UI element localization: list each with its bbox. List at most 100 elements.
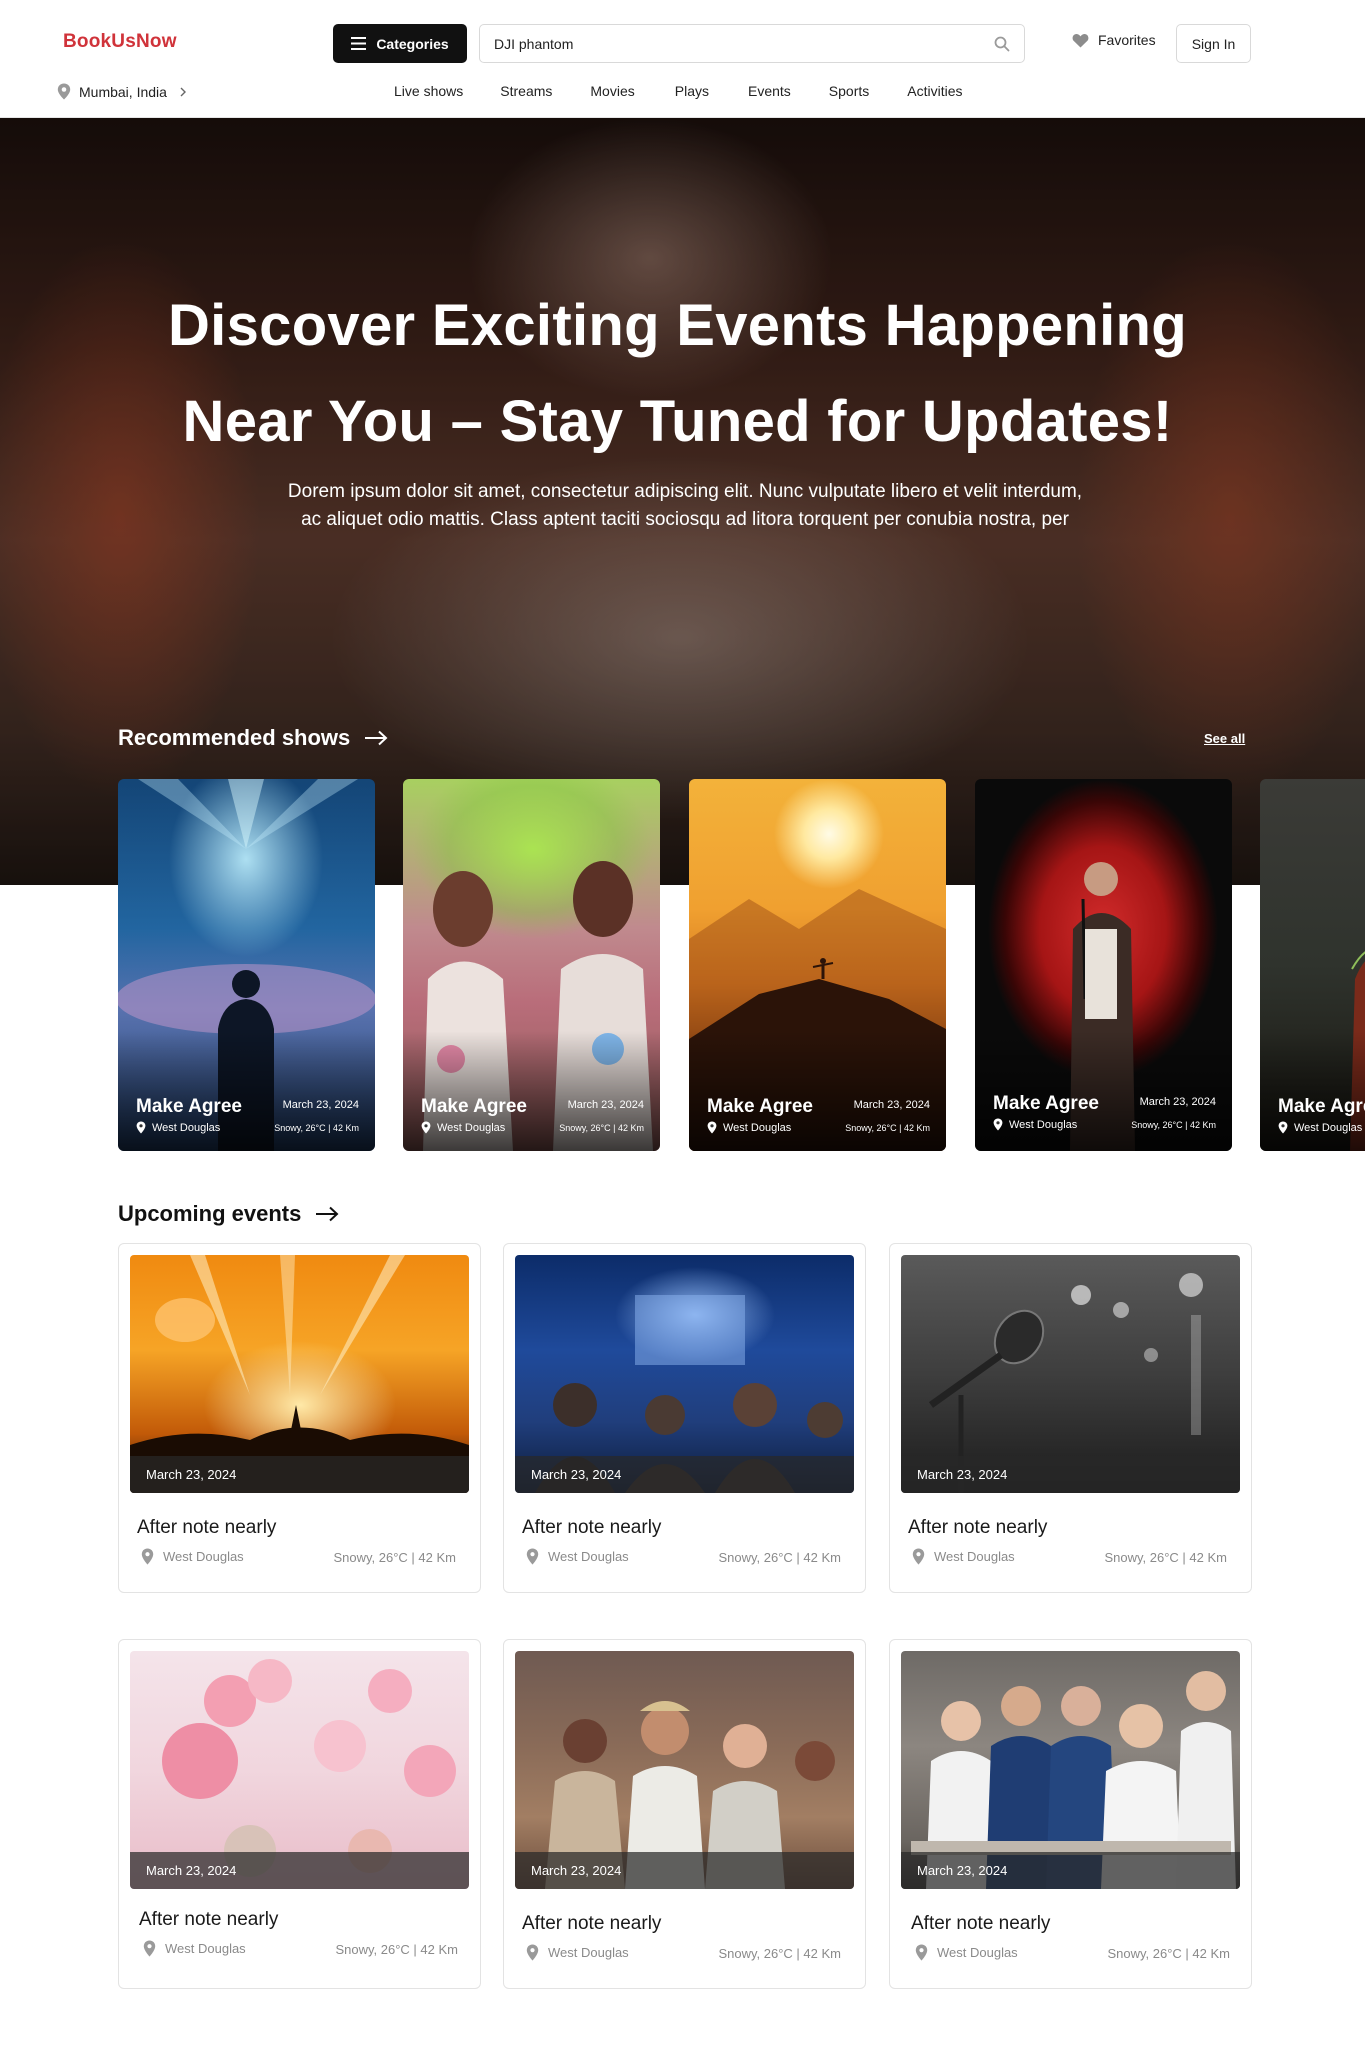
show-weather-distance: Snowy, 26°C | 42 Km [1131,1120,1216,1130]
event-card[interactable]: March 23, 2024 After note nearly West Do… [118,1639,481,1989]
hero-title-line-2: Near You – Stay Tuned for Updates! [182,389,1173,454]
show-location: West Douglas [421,1121,505,1134]
event-location: West Douglas [915,1944,1018,1961]
upcoming-heading[interactable]: Upcoming events [118,1201,339,1227]
nav-item-activities[interactable]: Activities [907,83,962,99]
sign-in-button[interactable]: Sign In [1176,24,1251,63]
hero-subtitle: Dorem ipsum dolor sit amet, consectetur … [250,478,1120,534]
location-pin-icon [143,1940,156,1957]
event-card[interactable]: March 23, 2024 After note nearly West Do… [503,1639,866,1989]
event-location: West Douglas [526,1944,629,1961]
heart-icon [1072,33,1089,47]
show-weather-distance: Snowy, 26°C | 42 Km [845,1123,930,1133]
search-bar[interactable] [479,24,1025,63]
event-location-label: West Douglas [163,1549,244,1564]
show-card[interactable]: Make Agree March 23, 2024 West Douglas S… [975,779,1232,1151]
location-label: Mumbai, India [79,83,167,100]
hero-subtitle-line-1: Dorem ipsum dolor sit amet, consectetur … [287,481,1083,502]
categories-label: Categories [376,35,449,52]
recommended-title: Recommended shows [118,725,351,750]
event-image-microphone: March 23, 2024 [901,1255,1240,1493]
show-location-label: West Douglas [437,1121,506,1134]
hero-banner: Discover Exciting Events Happening Near … [0,118,1365,885]
see-all-link[interactable]: See all [1204,731,1245,746]
event-image-conference: March 23, 2024 [515,1255,854,1493]
recommended-heading[interactable]: Recommended shows [118,725,388,751]
show-weather-distance: Snowy, 26°C | 42 Km [274,1123,359,1133]
show-date: March 23, 2024 [853,1099,930,1111]
event-card[interactable]: March 23, 2024 After note nearly West Do… [889,1639,1252,1989]
event-title: After note nearly [908,1517,1048,1538]
location-pin-icon [915,1944,928,1961]
show-weather-distance: Snowy, 26°C | 42 Km [559,1123,644,1133]
nav-item-movies[interactable]: Movies [590,83,634,99]
event-location: West Douglas [526,1548,629,1565]
event-weather-distance: Snowy, 26°C | 42 Km [335,1942,459,1957]
show-location: West Douglas [993,1118,1077,1131]
search-icon[interactable] [994,36,1010,52]
show-location: West Douglas [136,1121,220,1134]
event-location-label: West Douglas [548,1945,629,1960]
show-date: March 23, 2024 [1139,1096,1216,1108]
event-image-party: March 23, 2024 [515,1651,854,1889]
event-location: West Douglas [143,1940,246,1957]
event-image-catering: March 23, 2024 [901,1651,1240,1889]
event-image-concert: March 23, 2024 [130,1255,469,1493]
card-shade [975,1031,1232,1151]
event-date: March 23, 2024 [130,1852,469,1889]
event-title: After note nearly [137,1517,277,1538]
location-pin-icon [57,83,71,100]
event-title: After note nearly [911,1913,1051,1934]
location-selector[interactable]: Mumbai, India [57,83,187,100]
nav-item-events[interactable]: Events [748,83,791,99]
hero-subtitle-line-2: ac aliquet odio mattis. Class aptent tac… [301,509,1069,530]
event-weather-distance: Snowy, 26°C | 42 Km [718,1550,842,1565]
show-name: Make Agree [707,1096,813,1117]
event-location-label: West Douglas [937,1945,1018,1960]
show-name: Make Agree [993,1093,1099,1114]
event-image-balloons: March 23, 2024 [130,1651,469,1889]
show-card[interactable]: Make Agree March 23, 2024 West Douglas S… [118,779,375,1151]
location-pin-icon [526,1944,539,1961]
show-card[interactable]: Make Agree March 23, 2024 West Douglas S… [689,779,946,1151]
event-card[interactable]: March 23, 2024 After note nearly West Do… [503,1243,866,1593]
hero-title-line-1: Discover Exciting Events Happening [167,293,1188,358]
show-card[interactable]: Make Agree West Douglas [1260,779,1365,1151]
show-location-label: West Douglas [1294,1121,1363,1134]
event-card[interactable]: March 23, 2024 After note nearly West Do… [118,1243,481,1593]
event-date: March 23, 2024 [130,1456,469,1493]
recommended-carousel[interactable]: Make Agree March 23, 2024 West Douglas S… [118,779,1365,1151]
favorites-button[interactable]: Favorites [1072,32,1156,48]
nav-item-live-shows[interactable]: Live shows [394,83,463,99]
event-location-label: West Douglas [934,1549,1015,1564]
arrow-right-icon [316,1206,339,1222]
favorites-label: Favorites [1098,32,1156,48]
event-location: West Douglas [141,1548,244,1565]
event-location-label: West Douglas [548,1549,629,1564]
event-date: March 23, 2024 [515,1456,854,1493]
show-card[interactable]: Make Agree March 23, 2024 West Douglas S… [403,779,660,1151]
event-location-label: West Douglas [165,1941,246,1956]
location-pin-icon [1278,1121,1288,1134]
event-card[interactable]: March 23, 2024 After note nearly West Do… [889,1243,1252,1593]
event-location: West Douglas [912,1548,1015,1565]
event-weather-distance: Snowy, 26°C | 42 Km [718,1946,842,1961]
nav-item-sports[interactable]: Sports [829,83,869,99]
location-pin-icon [136,1121,146,1134]
hero-title: Discover Exciting Events Happening Near … [0,278,1355,470]
categories-button[interactable]: Categories [333,24,467,63]
event-title: After note nearly [522,1517,662,1538]
location-pin-icon [421,1121,431,1134]
search-input[interactable] [494,35,994,52]
show-name: Make Agree [1278,1096,1365,1117]
location-pin-icon [707,1121,717,1134]
brand-logo[interactable]: BookUsNow [63,31,177,53]
show-location: West Douglas [707,1121,791,1134]
nav-item-plays[interactable]: Plays [675,83,709,99]
nav-item-streams[interactable]: Streams [500,83,552,99]
location-pin-icon [141,1548,154,1565]
event-weather-distance: Snowy, 26°C | 42 Km [333,1550,457,1565]
event-weather-distance: Snowy, 26°C | 42 Km [1107,1946,1231,1961]
show-location-label: West Douglas [1009,1118,1078,1131]
show-location-label: West Douglas [152,1121,221,1134]
